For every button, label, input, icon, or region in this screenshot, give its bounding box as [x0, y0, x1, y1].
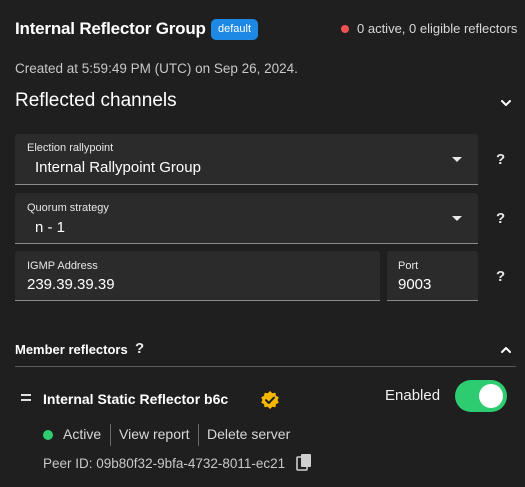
reflector-name: Internal Static Reflector b6c — [43, 391, 229, 407]
peer-id: Peer ID: 09b80f32-9bfa-4732-8011-ec21 — [43, 456, 286, 471]
default-badge: default — [211, 19, 259, 40]
active-status-dot — [43, 430, 53, 440]
active-status-text: Active — [63, 426, 102, 442]
igmp-address-label: IGMP Address — [27, 260, 98, 272]
port-field[interactable]: Port 9003 — [387, 251, 478, 301]
port-value: 9003 — [398, 276, 432, 293]
link-separator — [198, 424, 199, 446]
chevron-up-icon — [501, 347, 511, 353]
member-reflectors-title: Member reflectors — [15, 342, 128, 357]
created-timestamp: Created at 5:59:49 PM (UTC) on Sep 26, 2… — [15, 61, 298, 76]
link-separator — [110, 424, 111, 446]
status-dot — [341, 25, 349, 33]
member-reflectors-help-button[interactable]: ? — [135, 340, 144, 357]
reflected-channels-toggle[interactable] — [496, 93, 516, 113]
copy-icon[interactable] — [296, 453, 312, 471]
quorum-strategy-label: Quorum strategy — [27, 202, 109, 214]
dropdown-caret-icon — [452, 216, 462, 221]
dropdown-caret-icon — [452, 157, 462, 162]
enabled-label: Enabled — [385, 387, 441, 404]
quorum-help-button[interactable]: ? — [496, 210, 505, 227]
member-reflectors-toggle[interactable] — [496, 340, 516, 360]
verified-badge-icon — [261, 391, 279, 409]
delete-server-link[interactable]: Delete server — [207, 426, 290, 442]
election-rallypoint-select[interactable]: Election rallypoint Internal Rallypoint … — [15, 134, 478, 185]
section-divider — [15, 366, 516, 367]
election-rallypoint-label: Election rallypoint — [27, 142, 114, 154]
reflected-channels-title: Reflected channels — [15, 90, 177, 111]
group-title: Internal Reflector Group — [15, 19, 206, 38]
port-label: Port — [398, 260, 419, 272]
igmp-address-value: 239.39.39.39 — [27, 276, 115, 293]
network-help-button[interactable]: ? — [496, 268, 505, 285]
election-help-button[interactable]: ? — [496, 151, 505, 168]
toggle-knob — [479, 384, 503, 408]
igmp-address-field[interactable]: IGMP Address 239.39.39.39 — [15, 251, 380, 301]
status-text: 0 active, 0 eligible reflectors — [357, 21, 518, 36]
view-report-link[interactable]: View report — [119, 426, 190, 442]
enabled-toggle[interactable] — [455, 380, 507, 412]
quorum-strategy-value: n - 1 — [35, 219, 66, 236]
drag-handle-icon[interactable] — [21, 394, 31, 404]
chevron-down-icon — [501, 100, 511, 106]
quorum-strategy-select[interactable]: Quorum strategy n - 1 — [15, 193, 478, 244]
election-rallypoint-value: Internal Rallypoint Group — [35, 159, 201, 176]
